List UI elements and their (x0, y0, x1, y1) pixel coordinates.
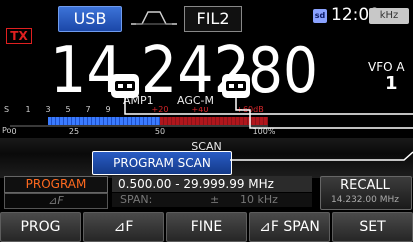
tx-indicator: TX (6, 28, 32, 44)
meter-segment (236, 117, 239, 125)
meter-segment (224, 117, 227, 125)
frequency-fine: 80 (248, 34, 318, 100)
s-meter-tick-label: 7 (85, 105, 90, 114)
meter-segment (116, 117, 119, 125)
span-plusminus: ± (210, 193, 220, 206)
frequency-main: 14.242 (50, 34, 250, 100)
amp-label: AMP1 (122, 94, 155, 107)
meter-segment (200, 117, 203, 125)
meter-segment (260, 117, 263, 125)
meter-segment (72, 117, 75, 125)
meter-segment (108, 117, 111, 125)
po-meter-scale: 0 25 50 100% (11, 127, 275, 136)
program-scan-button[interactable]: PROGRAM SCAN (92, 151, 232, 175)
s-meter-tick-label: 9 (105, 105, 110, 114)
meter-segment (232, 117, 235, 125)
meter-segment (124, 117, 127, 125)
span-label: SPAN: (120, 193, 153, 206)
meter-segment (176, 117, 179, 125)
program-range: 0.500.00 - 29.999.99 MHz (112, 176, 312, 192)
meter-segment (216, 117, 219, 125)
recall-frequency: 14.232.00 MHz (331, 195, 399, 205)
meter-segment (104, 117, 107, 125)
s-meter-label: S (4, 105, 9, 114)
radio-screen: TX USB FIL2 sd 12:00 kHz 14.242 80 VFO A… (0, 0, 413, 242)
meter-segment (96, 117, 99, 125)
meter-segment (64, 117, 67, 125)
meter-segment (112, 117, 115, 125)
meter-segment (68, 117, 71, 125)
meter-segment (92, 117, 95, 125)
span-value: 10 kHz (240, 193, 278, 206)
softkey-delta-f-span[interactable]: ⊿F SPAN (249, 212, 330, 242)
softkey-delta-f[interactable]: ⊿F (83, 212, 164, 242)
meter-segment (88, 117, 91, 125)
meter-segment (48, 117, 51, 125)
step-unit-badge[interactable]: kHz (369, 8, 409, 24)
meter-segment (188, 117, 191, 125)
delta-f-label: ⊿F (4, 193, 108, 209)
meter: S 1 3 5 7 9 +20 +40 +60dB Po 0 25 50 100% (2, 105, 276, 136)
meter-segment (144, 117, 147, 125)
meter-segment (220, 117, 223, 125)
meter-segment (252, 117, 255, 125)
meter-segment (244, 117, 247, 125)
meter-segment (136, 117, 139, 125)
po-meter-tick-label: 50 (155, 127, 165, 136)
meter-segment (208, 117, 211, 125)
meter-segment (60, 117, 63, 125)
meter-segment (196, 117, 199, 125)
softkey-prog[interactable]: PROG (0, 212, 81, 242)
s-meter-tick-label: 3 (45, 105, 50, 114)
meter-segment (184, 117, 187, 125)
meter-segment (160, 117, 163, 125)
s-meter-tick-label: 5 (65, 105, 70, 114)
meter-segment (168, 117, 171, 125)
meter-segment (212, 117, 215, 125)
meter-segment (76, 117, 79, 125)
meter-segment (156, 117, 159, 125)
softkey-fine[interactable]: FINE (166, 212, 247, 242)
meter-segment (152, 117, 155, 125)
span-row: SPAN: ± 10 kHz (112, 193, 312, 207)
frequency-display[interactable]: 14.242 80 (50, 28, 320, 100)
po-meter-label: Po (2, 126, 12, 135)
softkey-set[interactable]: SET (332, 212, 413, 242)
vfo-label: VFO A (368, 60, 405, 74)
vfo-number: 1 (385, 73, 398, 94)
po-meter-tick-label: 25 (69, 127, 79, 136)
softkey-bar: PROG ⊿F FINE ⊿F SPAN SET (0, 212, 413, 242)
meter-segment (240, 117, 243, 125)
recall-label: RECALL (340, 178, 390, 193)
meter-segment (248, 117, 251, 125)
meter-segment (264, 117, 267, 125)
meter-segment (164, 117, 167, 125)
meter-segment (132, 117, 135, 125)
meter-segment (100, 117, 103, 125)
meter-segment (140, 117, 143, 125)
agc-label: AGC-M (176, 94, 215, 107)
program-label: PROGRAM (4, 176, 108, 193)
meter-segment (192, 117, 195, 125)
meter-segment (148, 117, 151, 125)
meter-segment (56, 117, 59, 125)
meter-segment (180, 117, 183, 125)
s-meter-tick-label: 1 (25, 105, 30, 114)
meter-segment (128, 117, 131, 125)
po-meter-tick-label: 100% (253, 127, 276, 136)
meter-segment (52, 117, 55, 125)
meter-segment (204, 117, 207, 125)
po-meter-tick-label: 0 (11, 127, 16, 136)
meter-segment (80, 117, 83, 125)
meter-segment (228, 117, 231, 125)
filter-shape-icon (131, 11, 177, 25)
meter-segment (172, 117, 175, 125)
s-meter-tick-label: +60dB (236, 105, 263, 114)
meter-segment (256, 117, 259, 125)
sd-card-icon: sd (313, 9, 327, 23)
meter-segment (120, 117, 123, 125)
meter-segment (84, 117, 87, 125)
